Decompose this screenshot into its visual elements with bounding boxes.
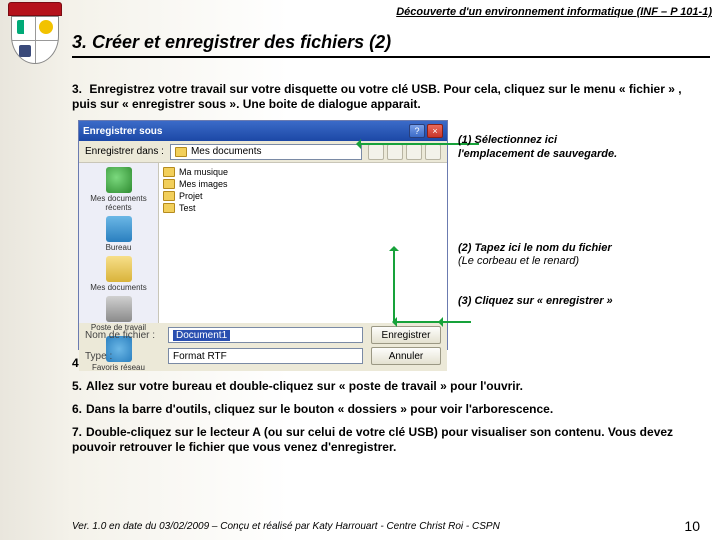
annotation-3: (3) Cliquez sur « enregistrer » bbox=[458, 295, 633, 309]
place-mypc[interactable]: Poste de travail bbox=[85, 296, 153, 332]
save-button[interactable]: Enregistrer bbox=[371, 326, 441, 344]
up-icon[interactable] bbox=[387, 144, 403, 160]
footer: Ver. 1.0 en date du 03/02/2009 – Conçu e… bbox=[0, 518, 720, 534]
place-desktop[interactable]: Bureau bbox=[85, 216, 153, 252]
page-number: 10 bbox=[684, 518, 700, 534]
filename-label: Nom de fichier : bbox=[85, 330, 160, 341]
step-3: 3. Enregistrez votre travail sur votre d… bbox=[72, 82, 706, 112]
list-item[interactable]: Mes images bbox=[163, 179, 443, 189]
list-item[interactable]: Test bbox=[163, 203, 443, 213]
folder-icon bbox=[163, 167, 175, 177]
cancel-button[interactable]: Annuler bbox=[371, 347, 441, 365]
dialog-titlebar: Enregistrer sous ? × bbox=[79, 121, 447, 141]
save-in-combo[interactable]: Mes documents bbox=[170, 144, 362, 160]
file-list[interactable]: Ma musique Mes images Projet Test bbox=[159, 163, 447, 323]
place-mydocs[interactable]: Mes documents bbox=[85, 256, 153, 292]
dialog-title: Enregistrer sous bbox=[83, 126, 162, 137]
views-icon[interactable] bbox=[425, 144, 441, 160]
new-folder-icon[interactable] bbox=[406, 144, 422, 160]
list-item[interactable]: Projet bbox=[163, 191, 443, 201]
arrow-annotation-2 bbox=[393, 247, 395, 323]
step-5: 5.Allez sur votre bureau et double-cliqu… bbox=[72, 379, 706, 394]
annotation-1: (1) Sélectionnez ici l'emplacement de sa… bbox=[458, 134, 633, 162]
footer-text: Ver. 1.0 en date du 03/02/2009 – Conçu e… bbox=[72, 521, 500, 532]
places-bar: Mes documents récents Bureau Mes documen… bbox=[79, 163, 159, 323]
slide-title: 3. Créer et enregistrer des fichiers (2) bbox=[72, 32, 710, 53]
course-header: Découverte d'un environnement informatiq… bbox=[0, 6, 712, 18]
folder-icon bbox=[175, 147, 187, 157]
filetype-combo[interactable]: Format RTF bbox=[168, 348, 363, 364]
place-recent[interactable]: Mes documents récents bbox=[85, 167, 153, 212]
step-6: 6.Dans la barre d'outils, cliquez sur le… bbox=[72, 402, 706, 417]
slide-title-bar: 3. Créer et enregistrer des fichiers (2) bbox=[72, 32, 710, 58]
folder-icon bbox=[163, 191, 175, 201]
folder-icon bbox=[163, 203, 175, 213]
annotation-column: (1) Sélectionnez ici l'emplacement de sa… bbox=[458, 120, 633, 309]
save-in-label: Enregistrer dans : bbox=[85, 146, 164, 157]
arrow-annotation-3 bbox=[441, 321, 471, 323]
filename-input[interactable]: Document1 bbox=[168, 327, 363, 343]
back-icon[interactable] bbox=[368, 144, 384, 160]
step-7: 7.Double-cliquez sur le lecteur A (ou su… bbox=[72, 425, 706, 455]
save-as-dialog: Enregistrer sous ? × Enregistrer dans : … bbox=[78, 120, 448, 350]
close-icon[interactable]: × bbox=[427, 124, 443, 138]
list-item[interactable]: Ma musique bbox=[163, 167, 443, 177]
folder-icon bbox=[163, 179, 175, 189]
help-icon[interactable]: ? bbox=[409, 124, 425, 138]
filetype-label: Type : bbox=[85, 351, 160, 362]
annotation-2: (2) Tapez ici le nom du fichier (Le corb… bbox=[458, 242, 633, 270]
